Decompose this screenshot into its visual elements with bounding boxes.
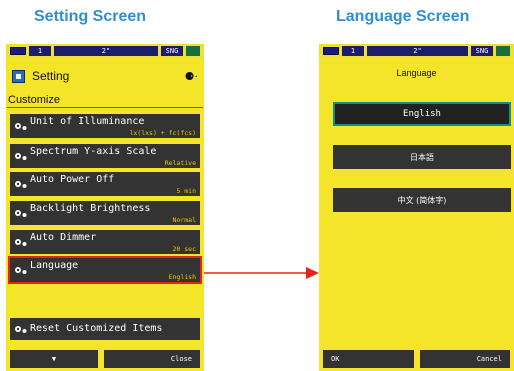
setting-item-unit-of-illuminance[interactable]: Unit of Illuminance lx(lxs) + fc(fcs)	[10, 114, 200, 138]
setting-app-icon	[12, 69, 25, 83]
setting-screen-heading: Setting Screen	[34, 8, 147, 25]
cancel-button[interactable]: Cancel	[419, 350, 510, 368]
status-segment: 2"	[367, 46, 468, 56]
reset-customized-items-button[interactable]: Reset Customized Items	[10, 318, 200, 340]
close-button[interactable]: Close	[104, 350, 200, 368]
setting-item-backlight-brightness[interactable]: Backlight Brightness Normal	[10, 201, 200, 225]
gears-icon	[15, 267, 27, 274]
setting-item-value: Normal	[172, 216, 196, 224]
language-option-chinese[interactable]: 中文 (简体字)	[333, 188, 511, 212]
status-segment: 1	[342, 46, 364, 56]
mode-icon	[186, 46, 200, 56]
page-title: Language	[396, 68, 437, 78]
language-option-japanese[interactable]: 日本語	[333, 145, 511, 169]
scroll-down-button[interactable]: ▼	[10, 350, 98, 368]
gears-icon	[15, 210, 27, 217]
language-screen-heading: Language Screen	[336, 8, 470, 25]
language-option-english[interactable]: English	[333, 102, 511, 126]
setting-item-label: Auto Power Off	[30, 174, 115, 185]
gears-icon	[15, 326, 27, 333]
battery-icon	[323, 47, 339, 55]
status-bar: 1 2" SNG	[6, 44, 204, 58]
battery-icon	[10, 47, 26, 55]
setting-item-language[interactable]: Language English	[8, 256, 202, 284]
section-label: Customize	[7, 94, 203, 108]
setting-item-value: Relative	[164, 159, 196, 167]
setting-item-label: Unit of Illuminance	[30, 116, 145, 127]
status-segment: 1	[29, 46, 51, 56]
setting-item-auto-power-off[interactable]: Auto Power Off 5 min	[10, 172, 200, 196]
setting-item-label: Backlight Brightness	[30, 203, 151, 214]
gears-icon	[15, 153, 27, 160]
setting-item-value: English	[168, 273, 196, 281]
bottom-bar: OK Cancel	[319, 349, 514, 371]
setting-item-value: 5 min	[176, 187, 196, 195]
menu-icon[interactable]: ⚈·	[185, 70, 198, 83]
status-segment: SNG	[161, 46, 183, 56]
reset-button-label: Reset Customized Items	[30, 323, 163, 334]
setting-screen: 1 2" SNG Setting ⚈· Customize Unit of Il…	[6, 44, 204, 371]
title-bar: Setting ⚈·	[6, 67, 204, 85]
setting-item-value: 20 sec	[172, 245, 196, 253]
mode-icon	[496, 46, 510, 56]
language-option-label: English	[403, 109, 441, 119]
language-option-label: 日本語	[410, 152, 434, 162]
ok-button[interactable]: OK	[323, 350, 414, 368]
gears-icon	[15, 123, 27, 130]
setting-item-value: lx(lxs) + fc(fcs)	[129, 129, 196, 137]
arrow-connector	[204, 267, 319, 279]
status-segment: SNG	[471, 46, 493, 56]
language-screen: 1 2" SNG Language English 日本語 中文 (简体字) O…	[319, 44, 514, 371]
setting-item-label: Auto Dimmer	[30, 232, 97, 243]
status-segment: 2"	[54, 46, 158, 56]
page-title: Setting	[32, 69, 70, 83]
setting-item-spectrum-y-axis-scale[interactable]: Spectrum Y-axis Scale Relative	[10, 144, 200, 168]
setting-item-auto-dimmer[interactable]: Auto Dimmer 20 sec	[10, 230, 200, 254]
gears-icon	[15, 181, 27, 188]
bottom-bar: ▼ Close	[6, 349, 204, 371]
setting-item-label: Spectrum Y-axis Scale	[30, 146, 157, 157]
setting-item-label: Language	[30, 260, 79, 271]
status-bar: 1 2" SNG	[319, 44, 514, 58]
gears-icon	[15, 239, 27, 246]
language-option-label: 中文 (简体字)	[397, 195, 447, 205]
